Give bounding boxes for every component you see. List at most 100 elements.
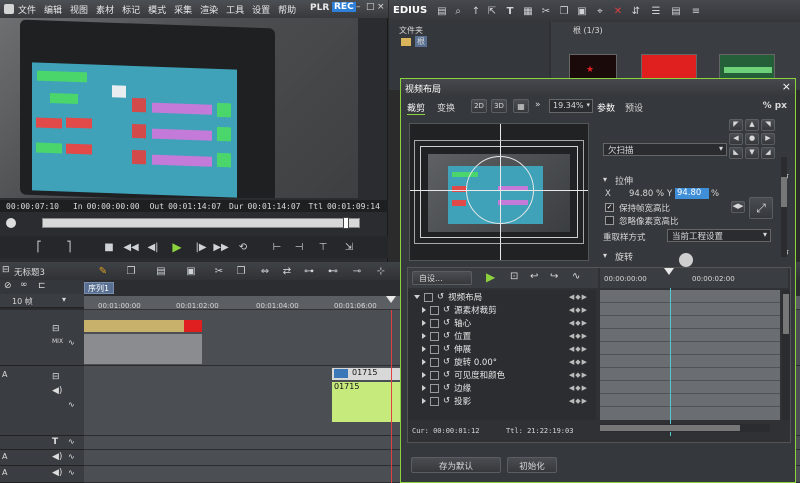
clip-va-1-lower[interactable] [84, 334, 202, 364]
effect-checkbox[interactable] [430, 370, 439, 380]
properties-icon[interactable]: ☰ [649, 4, 663, 18]
maximize-icon[interactable]: □ [366, 2, 375, 12]
tl-tool-10-icon[interactable]: ⊹ [374, 264, 388, 278]
kf-vscroll[interactable] [782, 290, 790, 420]
insert-icon[interactable]: ⊢ [270, 240, 284, 254]
va-toggle-icon[interactable]: ∿ [68, 338, 75, 347]
menu-item-0[interactable]: 文件 [18, 3, 36, 16]
sync-mode-icon[interactable]: ∞ [20, 280, 28, 290]
keyframe-nav-icon[interactable]: ◀◆▶ [569, 293, 588, 301]
sequence-tab[interactable]: 序列1 [84, 282, 114, 294]
effect-tree-row[interactable]: ↺ 可见度和颜色 ◀◆▶ [408, 369, 596, 381]
keyframe-nav-icon[interactable]: ◀◆▶ [569, 371, 588, 379]
tab-transform[interactable]: 变换 [437, 101, 455, 114]
tl-cut-icon[interactable]: ✂ [212, 264, 226, 278]
expand-icon[interactable] [422, 333, 426, 339]
effect-tree-row[interactable]: ↺ 伸展 ◀◆▶ [408, 343, 596, 355]
up-icon[interactable]: ↑ [469, 4, 483, 18]
step-back-icon[interactable]: ◀| [146, 240, 160, 254]
menu-item-2[interactable]: 视图 [70, 3, 88, 16]
cut-icon[interactable]: ✂ [539, 4, 553, 18]
effect-tree-row[interactable]: ↺ 位置 ◀◆▶ [408, 330, 596, 342]
tab-presets[interactable]: 预设 [625, 101, 643, 114]
ignore-pixel-checkbox[interactable] [605, 216, 614, 225]
align-br-icon[interactable]: ◢ [761, 147, 775, 159]
stretch-collapse-icon[interactable]: ▾ [603, 175, 607, 184]
expand-icon[interactable] [414, 295, 420, 299]
keyframe-ruler[interactable]: 00:00:00:00 00:00:02:00 [600, 268, 788, 288]
tl-tool-2-icon[interactable]: ❐ [124, 264, 138, 278]
kf-add-icon[interactable]: ⊡ [510, 271, 518, 282]
a2-toggle-icon[interactable]: ∿ [68, 452, 75, 461]
align-c-icon[interactable]: ● [745, 133, 759, 145]
effect-checkbox[interactable] [424, 292, 433, 302]
kf-next-icon[interactable]: ↪ [550, 271, 558, 282]
effect-checkbox[interactable] [430, 305, 439, 315]
tl-copy-icon[interactable]: ❐ [234, 264, 248, 278]
new-sequence-icon[interactable]: ⇱ [485, 4, 499, 18]
track-header-a1[interactable]: A ⊟ ◀) ∿ [0, 366, 84, 436]
track-header-t[interactable]: T ∿ [0, 436, 84, 450]
mode-3d-button[interactable]: 3D [491, 99, 507, 113]
track-header-a3[interactable]: A ◀) ∿ [0, 466, 84, 483]
tl-tool-6-icon[interactable]: ⇄ [280, 264, 294, 278]
root-folder-label[interactable]: 根 [415, 36, 427, 47]
zoom-select[interactable]: 10 帧 ▾ [0, 294, 84, 308]
set-in-icon[interactable]: ⎡ [32, 240, 46, 254]
timeline-playhead-marker[interactable] [386, 296, 396, 303]
keep-aspect-checkbox[interactable]: ✓ [605, 203, 614, 212]
close-icon[interactable]: × [377, 2, 385, 12]
ripple-mode-icon[interactable]: ⊘ [4, 281, 12, 291]
more-icon[interactable]: » [535, 100, 541, 110]
align-t-icon[interactable]: ▲ [745, 119, 759, 131]
zoom-chevron-icon[interactable]: ▾ [62, 295, 66, 304]
effect-tree-row[interactable]: ↺ 源素材裁剪 ◀◆▶ [408, 304, 596, 316]
tl-tool-3-icon[interactable]: ▤ [154, 264, 168, 278]
tl-tool-4-icon[interactable]: ▣ [184, 264, 198, 278]
kf-graph-icon[interactable]: ∿ [572, 271, 580, 282]
effect-checkbox[interactable] [430, 357, 439, 367]
list-icon[interactable]: ≡ [689, 4, 703, 18]
ripple-icon[interactable]: ⊤ [316, 240, 330, 254]
align-tl-icon[interactable]: ◤ [729, 119, 743, 131]
plr-label[interactable]: PLR [310, 3, 329, 13]
keyframe-lanes[interactable] [600, 290, 780, 420]
menu-item-1[interactable]: 编辑 [44, 3, 62, 16]
align-b-icon[interactable]: ▼ [745, 147, 759, 159]
menu-item-6[interactable]: 采集 [174, 3, 192, 16]
underscan-select[interactable]: 欠扫描 ▾ [603, 143, 727, 156]
effect-tree-row[interactable]: ↺ 轴心 ◀◆▶ [408, 317, 596, 329]
keyframe-nav-icon[interactable]: ◀◆▶ [569, 397, 588, 405]
insert-mode-icon[interactable]: ⊏ [38, 281, 46, 291]
y-value-input[interactable]: 94.80 [675, 188, 709, 199]
fit-frame-icon[interactable]: ⤢ [749, 197, 773, 219]
text-icon[interactable]: T [503, 4, 517, 18]
initialize-button[interactable]: 初始化 [507, 457, 557, 473]
save-default-button[interactable]: 存为默认 [411, 457, 501, 473]
copy-icon[interactable]: ❐ [557, 4, 571, 18]
kf-playhead-marker[interactable] [664, 268, 674, 275]
set-out-icon[interactable]: ⎤ [62, 240, 76, 254]
dialog-close-icon[interactable]: × [782, 80, 791, 93]
minimize-icon[interactable]: – [356, 2, 361, 12]
kf-play-icon[interactable]: ▶ [486, 270, 495, 284]
sort-icon[interactable]: ⇵ [629, 4, 643, 18]
rotation-dial[interactable] [679, 253, 693, 267]
scrubber-start-handle[interactable] [6, 218, 16, 228]
kf-prev-icon[interactable]: ↩ [530, 271, 538, 282]
tl-tool-5-icon[interactable]: ⇔ [258, 264, 272, 278]
delete-icon[interactable]: ✕ [611, 4, 625, 18]
tl-tool-9-icon[interactable]: ⊸ [350, 264, 364, 278]
layout-preview[interactable] [409, 123, 589, 261]
tab-crop[interactable]: 裁剪 [407, 101, 426, 115]
folder-icon[interactable]: ▤ [435, 4, 449, 18]
effect-tree-row[interactable]: ↺ 旋转 0.00° ◀◆▶ [408, 356, 596, 368]
expand-icon[interactable] [422, 385, 426, 391]
menu-item-9[interactable]: 设置 [252, 3, 270, 16]
grid-toggle-icon[interactable]: ▦ [513, 99, 529, 113]
unit-toggle[interactable]: % px [763, 101, 787, 111]
align-r-icon[interactable]: ▶ [761, 133, 775, 145]
step-forward-icon[interactable]: |▶ [194, 240, 208, 254]
swap-aspect-icon[interactable]: ◀▶ [731, 201, 745, 213]
expand-icon[interactable] [422, 398, 426, 404]
